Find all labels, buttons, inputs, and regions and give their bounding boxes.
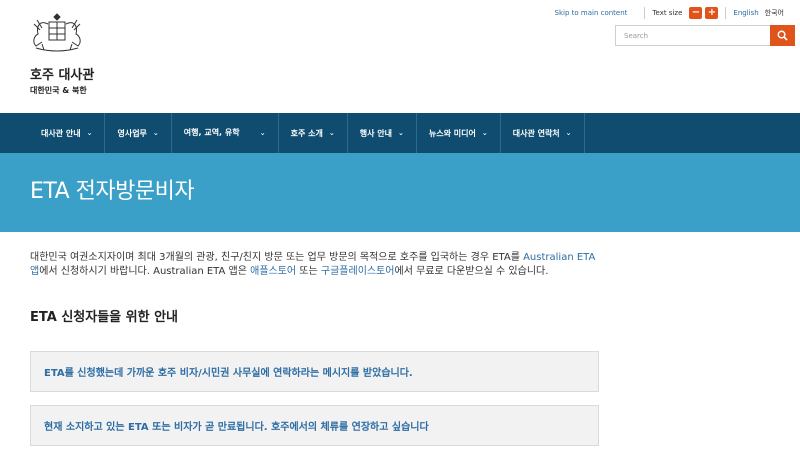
divider [725,7,727,19]
search-button[interactable] [770,25,795,46]
nav-item-label: 호주 소개 [290,128,323,138]
nav-item-consular[interactable]: 영사업무 ⌄ [105,113,172,153]
site-header: 호주 대사관 대한민국 & 북한 Skip to main content Te… [0,0,800,113]
app-store-link[interactable]: 애플스토어 [250,266,296,277]
intro-paragraph: 대한민국 여권소지자이며 최대 3개월의 관광, 친구/친지 방문 또는 업무 … [30,251,605,279]
chevron-down-icon: ⌄ [86,129,93,137]
accordion-label: 현재 소지하고 있는 ETA 또는 비자가 곧 만료됩니다. 호주에서의 체류를… [44,422,429,433]
nav-item-label: 행사 안내 [359,128,393,138]
site-title[interactable]: 호주 대사관 [30,64,94,83]
intro-text: 또는 [296,266,321,277]
text-size-label: Text size [652,9,683,17]
chevron-down-icon: ⌄ [398,129,404,137]
intro-text: 대한민국 여권소지자이며 최대 3개월의 관광, 친구/친지 방문 또는 업무 … [30,252,524,263]
nav-item-label: 대사관 안내 [41,128,81,138]
intro-text: 에서 신청하시기 바랍니다. Australian ETA 앱은 [39,266,251,277]
nav-item-label: 뉴스와 미디어 [428,128,476,138]
nav-item-events[interactable]: 행사 안내 ⌄ [348,113,417,153]
skip-to-content-link[interactable]: Skip to main content [555,9,628,17]
language-english-link[interactable]: English [733,9,758,17]
nav-item-embassy-info[interactable]: 대사관 안내 ⌄ [29,113,106,153]
text-size-decrease-button[interactable]: − [689,7,703,19]
main-navigation: 대사관 안내 ⌄ 영사업무 ⌄ 여행, 교역, 유학 ⌄ 호주 소개 ⌄ 행사 안내 ⌄ … [0,113,800,153]
page-title: ETA 전자방문비자 [30,179,195,204]
search-icon [777,30,788,41]
google-play-link[interactable]: 구글플레이스토어 [321,266,395,277]
nav-item-contact[interactable]: 대사관 연락처 ⌄ [501,113,585,153]
accordion-label: ETA를 신청했는데 가까운 호주 비자/시민권 사무실에 연락하라는 메시지를… [44,368,413,379]
accordion-item[interactable]: 현재 소지하고 있는 ETA 또는 비자가 곧 만료됩니다. 호주에서의 체류를… [30,405,599,446]
search-form [615,25,795,46]
chevron-down-icon: ⌄ [259,129,266,137]
divider [644,7,646,19]
intro-text: 에서 무료로 다운받으실 수 있습니다. [394,266,549,277]
site-subtitle: 대한민국 & 북한 [30,86,87,95]
chevron-down-icon: ⌄ [328,129,335,137]
nav-item-label: 대사관 연락처 [512,128,560,138]
nav-item-label: 여행, 교역, 유학 [183,128,240,137]
chevron-down-icon: ⌄ [481,129,488,137]
nav-item-news-media[interactable]: 뉴스와 미디어 ⌄ [417,113,501,153]
text-size-increase-button[interactable]: + [705,7,719,19]
accordion-item[interactable]: ETA를 신청했는데 가까운 호주 비자/시민권 사무실에 연락하라는 메시지를… [30,351,599,392]
coat-of-arms-logo[interactable] [28,10,86,54]
utility-links: Skip to main content Text size − + Engli… [555,6,784,20]
language-korean-label: 한국어 [764,9,784,17]
section-heading: ETA 신청자들을 위한 안내 [30,310,179,325]
search-input[interactable] [615,25,770,46]
nav-item-about-australia[interactable]: 호주 소개 ⌄ [279,113,348,153]
chevron-down-icon: ⌄ [565,129,572,137]
chevron-down-icon: ⌄ [152,129,159,137]
page-banner: ETA 전자방문비자 [0,153,800,232]
nav-item-travel-trade-study[interactable]: 여행, 교역, 유학 ⌄ [172,113,279,153]
nav-item-label: 영사업무 [117,128,147,138]
